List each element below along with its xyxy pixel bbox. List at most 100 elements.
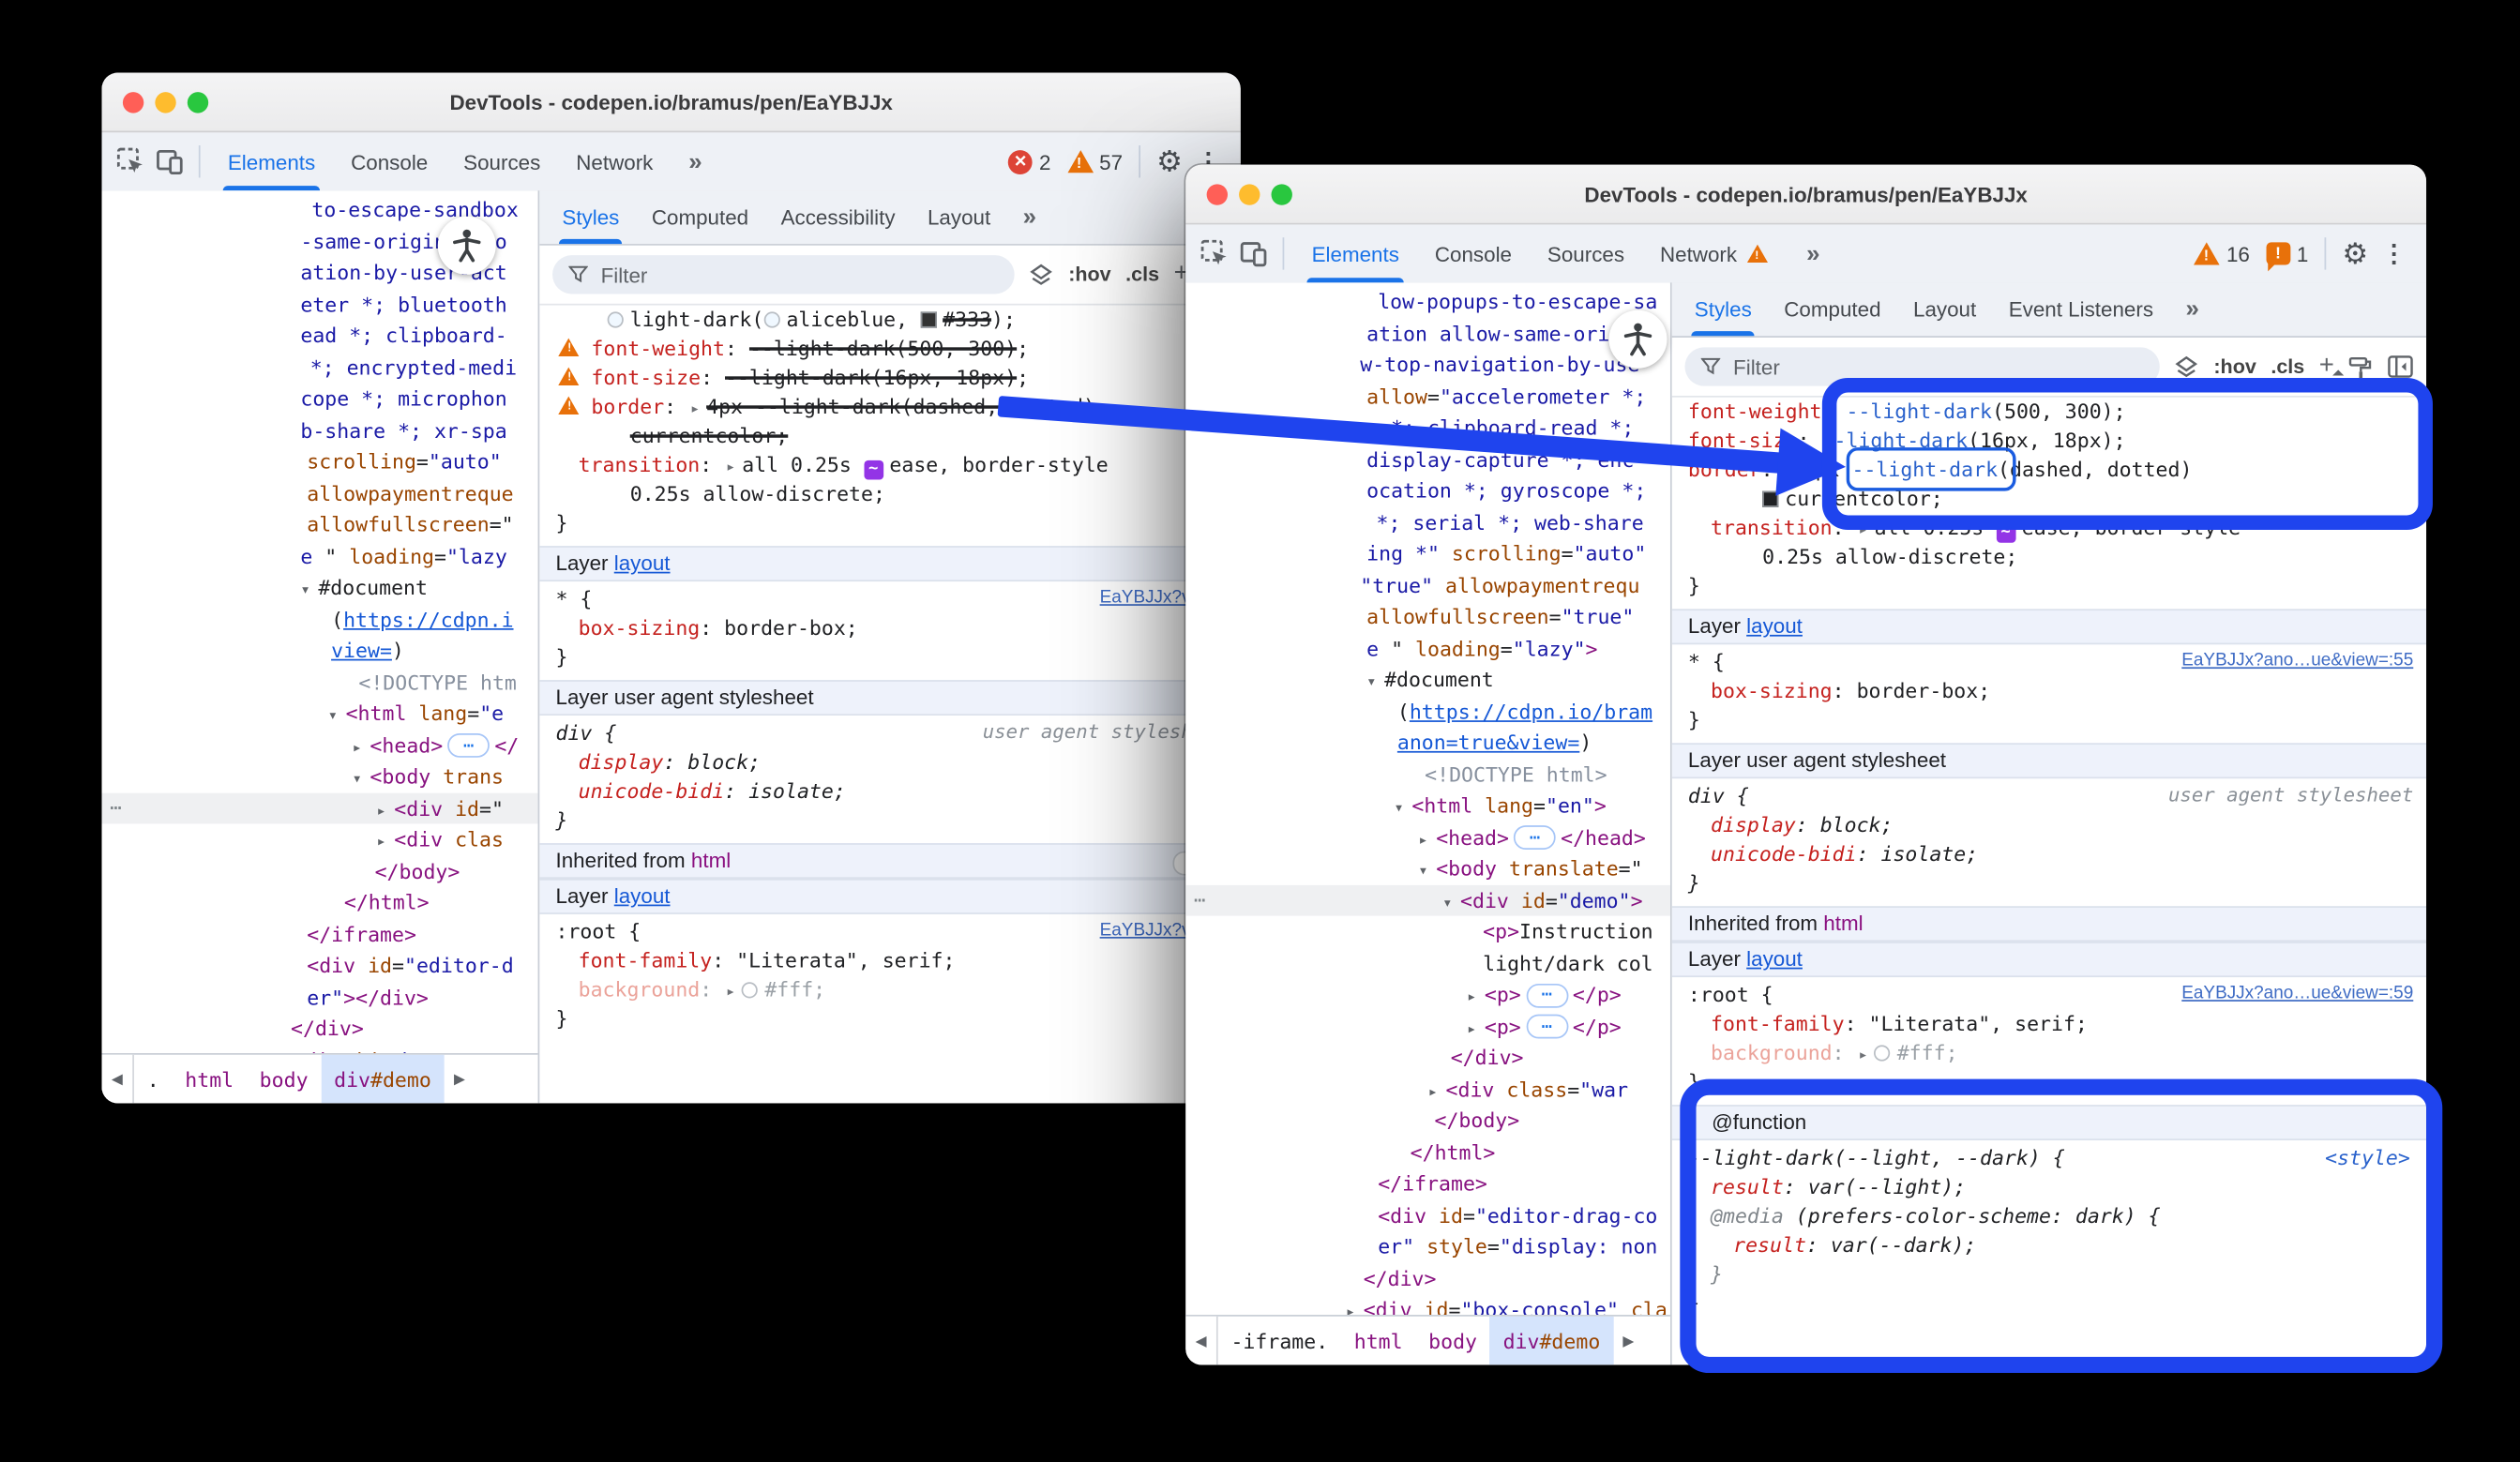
dom-tree-line[interactable]: allow="accelerometer *;	[1185, 381, 1670, 413]
dom-tree-line[interactable]: ead *; clipboard-	[102, 320, 538, 352]
dom-tree-line[interactable]: </body>	[102, 855, 538, 887]
crumbs-scroll-right-icon[interactable]: ▶	[445, 1070, 475, 1088]
issue-badge[interactable]: !1	[2266, 241, 2308, 265]
dom-tree-line[interactable]: allowfullscreen="true"	[1185, 601, 1670, 633]
close-window-button[interactable]	[1207, 183, 1228, 203]
style-declaration-line[interactable]: @media (prefers-color-scheme: dark) {	[1688, 1201, 2426, 1230]
settings-gear-icon[interactable]: ⚙	[2336, 234, 2375, 273]
dom-tree-line[interactable]: </div>	[102, 1013, 538, 1045]
tab-network[interactable]: Network	[558, 132, 671, 190]
color-swatch[interactable]	[920, 311, 936, 327]
style-declaration-line[interactable]: !border: ▸4px --light-dark(dashed, dotte…	[556, 393, 1241, 422]
dom-tree-line[interactable]: low-popups-to-escape-sa	[1185, 286, 1670, 318]
layer-link[interactable]: layout	[614, 883, 671, 908]
style-declaration-line[interactable]: transition: ▸all 0.25s ~ease, border-sty…	[556, 451, 1241, 480]
breadcrumb-item[interactable]: html	[1341, 1317, 1415, 1365]
expand-ellipsis-pill[interactable]: ⋯	[1526, 983, 1568, 1007]
row-overflow-dots[interactable]: ⋯	[110, 792, 123, 824]
breadcrumb-item[interactable]: body	[247, 1055, 321, 1104]
minimize-window-button[interactable]	[155, 91, 175, 112]
bezier-easing-icon[interactable]: ~	[864, 460, 883, 480]
style-declaration-line[interactable]: currentcolor;	[1688, 485, 2426, 514]
layer-link[interactable]: layout	[1746, 946, 1803, 971]
style-declaration-line[interactable]: }	[556, 509, 1241, 538]
dom-tree-line[interactable]: ▸<p>⋯</p>	[1185, 979, 1670, 1011]
style-declaration-line[interactable]: }	[556, 1004, 1241, 1033]
dom-tree-line[interactable]: er" style="display: non	[1185, 1230, 1670, 1262]
dom-tree-line[interactable]: cope *; microphon	[102, 383, 538, 414]
style-tag-link[interactable]: <style>	[2325, 1145, 2410, 1169]
dom-tree-line[interactable]: </iframe>	[102, 918, 538, 950]
inspect-element-icon[interactable]	[112, 143, 150, 181]
dom-tree-line[interactable]: ▸<div class="war	[1185, 1074, 1670, 1106]
tab-sources[interactable]: Sources	[445, 132, 558, 190]
style-declaration-line[interactable]: 0.25s allow-discrete;	[556, 480, 1241, 509]
style-declaration-line[interactable]: --light-dark(--light, --dark) {	[1688, 1143, 2426, 1172]
dom-tree-line[interactable]: *; encrypted-medi	[102, 352, 538, 384]
style-declaration-line[interactable]: }	[1688, 572, 2426, 601]
dom-tree-line[interactable]: er"></div>	[102, 981, 538, 1013]
dom-tree-line[interactable]: ing *" scrolling="auto"	[1185, 538, 1670, 570]
style-declaration-line[interactable]: background: ▸#fff;	[1688, 1039, 2426, 1068]
zoom-window-button[interactable]	[1272, 183, 1292, 203]
sidebar-tab-layout[interactable]: Layout	[912, 190, 1007, 244]
tab-sources[interactable]: Sources	[1530, 224, 1642, 282]
tab-console[interactable]: Console	[1417, 224, 1530, 282]
element-states-icon[interactable]	[2175, 355, 2199, 378]
minimize-window-button[interactable]	[1239, 183, 1260, 203]
dom-tree-line[interactable]: ocation *; gyroscope *;	[1185, 475, 1670, 506]
style-declaration-line[interactable]: display: block;	[1688, 811, 2426, 840]
crumbs-scroll-left-icon[interactable]: ◀	[1185, 1317, 1217, 1365]
dom-tree-line[interactable]: allowfullscreen="	[102, 509, 538, 541]
style-declaration-line[interactable]: }	[1688, 706, 2426, 735]
kebab-menu-icon[interactable]: ⋮	[2375, 234, 2413, 273]
style-declaration-line[interactable]: }	[1688, 1068, 2426, 1097]
expand-ellipsis-pill[interactable]: ⋯	[1526, 1015, 1568, 1039]
breadcrumb-item[interactable]: .	[134, 1055, 173, 1104]
sidebar-tab-computed[interactable]: Computed	[1768, 282, 1897, 336]
dom-tree-line[interactable]: </div>	[1185, 1262, 1670, 1294]
device-toolbar-icon[interactable]	[150, 143, 189, 181]
inline-link[interactable]: anon=true&view=	[1397, 731, 1579, 755]
color-swatch[interactable]	[608, 311, 624, 327]
breadcrumb-item[interactable]: html	[172, 1055, 246, 1104]
element-states-icon[interactable]	[1030, 264, 1054, 286]
dom-tree-line[interactable]: b-share *; xr-spa	[102, 414, 538, 446]
styles-filter-input[interactable]	[1730, 353, 2145, 380]
stylesheet-source-link[interactable]: EaYBJJx?ano…ue&view=:55	[2181, 651, 2413, 671]
style-declaration-line[interactable]: box-sizing: border-box;	[1688, 677, 2426, 706]
layer-link[interactable]: layout	[614, 550, 671, 575]
layer-link[interactable]: layout	[1746, 614, 1803, 639]
styles-filter-input[interactable]	[597, 261, 999, 288]
inline-link[interactable]: https://cdpn.io/bram	[1410, 699, 1652, 723]
inspect-element-icon[interactable]	[1196, 234, 1234, 273]
dom-tree-line[interactable]: </html>	[1185, 1137, 1670, 1168]
tab-network[interactable]: Network!	[1642, 224, 1788, 282]
toggle-hov-button[interactable]: :hov	[2213, 355, 2256, 378]
style-declaration-line[interactable]: light-dark(aliceblue, #333);	[556, 306, 1241, 335]
inline-link[interactable]: view=	[331, 638, 392, 662]
warning-badge[interactable]: !57	[1067, 149, 1123, 173]
breadcrumb-item[interactable]: div#demo	[321, 1055, 444, 1104]
titlebar[interactable]: DevTools - codepen.io/bramus/pen/EaYBJJx	[1185, 165, 2426, 225]
dom-tree-line[interactable]: ▸<head>⋯</head>	[1185, 821, 1670, 853]
dom-tree-line[interactable]: ▸<head>⋯</	[102, 730, 538, 761]
inline-link[interactable]: https://cdpn.i	[343, 607, 513, 631]
device-toolbar-icon[interactable]	[1234, 234, 1273, 273]
dom-tree-line[interactable]: ▾<html lang="en">	[1185, 790, 1670, 821]
style-declaration-line[interactable]: }	[1688, 1259, 2426, 1289]
dom-tree-line[interactable]: e " loading="lazy	[102, 540, 538, 572]
stylesheet-source-link[interactable]: EaYBJJx?ano…ue&view=:59	[2181, 984, 2413, 1003]
style-declaration-line[interactable]: font-weight: --light-dark(500, 300);	[1688, 398, 2426, 427]
dom-tree-line[interactable]: </html>	[102, 887, 538, 919]
error-badge[interactable]: ✕2	[1008, 149, 1050, 173]
expand-ellipsis-pill[interactable]: ⋯	[447, 733, 490, 758]
dom-tree-line[interactable]: a *; clipboard-read *;	[1185, 412, 1670, 444]
tab-elements[interactable]: Elements	[1294, 224, 1417, 282]
style-declaration-line[interactable]: font-family: "Literata", serif;	[556, 946, 1241, 975]
dom-tree-line[interactable]: ation allow-same-origin	[1185, 317, 1670, 349]
color-swatch[interactable]	[1875, 1045, 1891, 1061]
dom-tree-line[interactable]: </div>	[1185, 1042, 1670, 1074]
titlebar[interactable]: DevTools - codepen.io/bramus/pen/EaYBJJx	[102, 73, 1241, 133]
style-declaration-line[interactable]: transition: ▸all 0.25s ~ease, border-sty…	[1688, 514, 2426, 543]
